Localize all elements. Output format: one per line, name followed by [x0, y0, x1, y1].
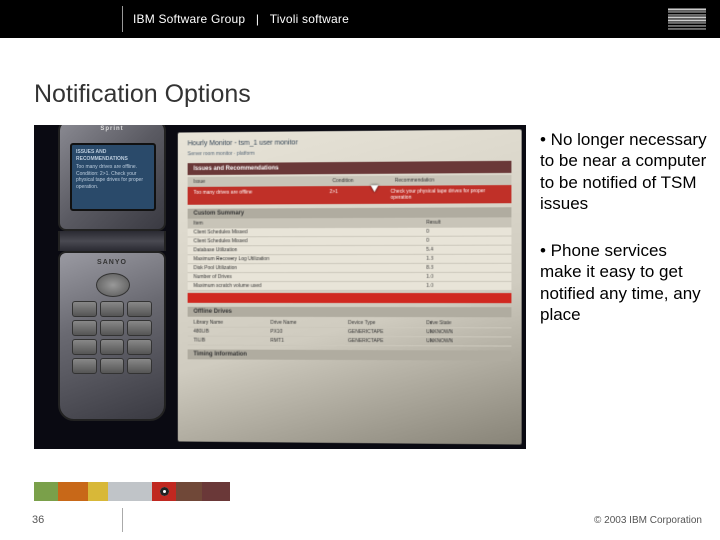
- col-recommendation: Recommendation: [395, 177, 434, 183]
- phone-brand: SANYO: [60, 259, 164, 266]
- summary-row: Maximum scratch volume used1.0: [188, 282, 512, 291]
- issue-cond: 2>1: [329, 189, 390, 201]
- phone-bottom: SANYO: [58, 251, 166, 421]
- accent-swatch: [34, 482, 58, 501]
- photo-illustration: Hourly Monitor - tsm_1 user monitor Serv…: [34, 125, 526, 449]
- col-issue: Issue: [193, 178, 332, 185]
- header-bar: IBM Software Group | Tivoli software: [0, 0, 720, 38]
- slide-number: 36: [32, 514, 44, 526]
- drive-row: TILIB RMT1 GENERICTAPE UNKNOWN: [188, 337, 512, 347]
- header-sep: |: [252, 12, 262, 26]
- monitor-subtitle: Server room monitor · platform: [188, 149, 512, 158]
- summary-row: Disk Pool Utilization8.3: [188, 264, 512, 273]
- alert-stripe: [188, 293, 512, 303]
- summary-row: Number of Drives1.0: [188, 273, 512, 282]
- accent-swatch: [202, 482, 230, 501]
- slide-title: Notification Options: [34, 80, 720, 109]
- copyright: © 2003 IBM Corporation: [594, 515, 702, 526]
- phone-top: Sprint ISSUES AND RECOMMENDATIONS Too ma…: [58, 125, 166, 231]
- header-group: IBM Software Group: [133, 12, 245, 26]
- sum-col1: Item: [193, 220, 426, 227]
- issue-rec: Check your physical tape drives for prop…: [391, 188, 506, 201]
- section-issues: Issues and Recommendations: [188, 161, 512, 175]
- content-row: Hourly Monitor - tsm_1 user monitor Serv…: [0, 123, 720, 449]
- section-timing: Timing Information: [188, 349, 512, 360]
- summary-rows: Client Schedules Missed0 Client Schedule…: [188, 227, 512, 291]
- summary-row: Maximum Recovery Log Utilization1.3: [188, 255, 512, 265]
- flip-phone: Sprint ISSUES AND RECOMMENDATIONS Too ma…: [58, 125, 178, 449]
- accent-swatch: [58, 482, 88, 501]
- bullet-list: • No longer necessary to be near a compu…: [540, 125, 710, 449]
- section-offline: Offline Drives: [188, 307, 512, 317]
- phone-keypad: [72, 301, 152, 374]
- accent-eye-icon: [152, 482, 176, 501]
- phone-carrier: Sprint: [60, 126, 164, 132]
- monitor-title: Hourly Monitor - tsm_1 user monitor: [188, 138, 512, 148]
- drive-table: Library Name Drive Name Device Type Driv…: [188, 319, 512, 347]
- sum-col2: Result: [426, 219, 489, 225]
- footer: 36 © 2003 IBM Corporation: [0, 482, 720, 540]
- accent-swatch: [88, 482, 108, 501]
- monitor-screen: Hourly Monitor - tsm_1 user monitor Serv…: [178, 129, 522, 444]
- phone-screen-body: Too many drives are offline. Condition: …: [76, 164, 150, 190]
- title-area: Notification Options: [0, 38, 720, 123]
- ibm-logo-icon: [668, 8, 706, 29]
- phone-hinge: [58, 231, 166, 251]
- bullet-item: • Phone services make it easy to get not…: [540, 240, 710, 325]
- phone-screen: ISSUES AND RECOMMENDATIONS Too many driv…: [70, 143, 156, 211]
- accent-swatch: [176, 482, 202, 501]
- phone-navkey: [96, 273, 130, 297]
- bullet-item: • No longer necessary to be near a compu…: [540, 129, 710, 214]
- issue-text: Too many drives are offline: [193, 189, 329, 202]
- issue-row: Too many drives are offline 2>1 Check yo…: [188, 185, 512, 205]
- phone-screen-heading: ISSUES AND RECOMMENDATIONS: [76, 149, 150, 162]
- header-product: Tivoli software: [270, 12, 349, 26]
- accent-swatch: [108, 482, 152, 501]
- header-divider: [122, 6, 123, 32]
- footer-divider: [122, 508, 123, 532]
- col-condition: Condition: [332, 178, 394, 184]
- accent-bar: [34, 482, 230, 501]
